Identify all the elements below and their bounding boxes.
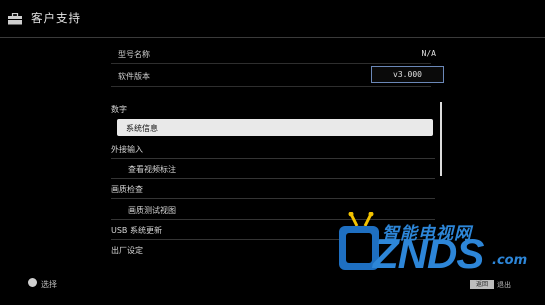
exit-hint-label: 退出: [497, 281, 511, 289]
back-key-icon: 返回: [470, 280, 494, 289]
divider: [111, 63, 431, 64]
page-header: 客户支持: [0, 0, 545, 38]
divider: [111, 86, 431, 87]
model-name-value: N/A: [421, 49, 436, 58]
menu-scrollbar[interactable]: [440, 102, 442, 176]
software-version-row: 软件版本 v3.000: [111, 66, 444, 85]
menu-item-label: 查看视频标注: [128, 165, 176, 174]
watermark-domain-text: .com: [492, 253, 528, 268]
menu-item-label: 画质检查: [111, 185, 143, 194]
menu-item-digital[interactable]: 数字: [111, 99, 435, 119]
divider: [111, 198, 435, 199]
menu-item-label: 系统信息: [126, 124, 158, 133]
menu-item-label: USB 系统更新: [111, 226, 162, 235]
selection-highlight: [117, 119, 433, 136]
watermark-logo: 智能电视网 ZNDS .com: [337, 204, 545, 280]
menu-item-label: 外接输入: [111, 145, 143, 154]
menu-item-picture-check[interactable]: 画质检查: [111, 179, 435, 199]
ok-button-icon: [28, 278, 37, 287]
watermark-brand-text: ZNDS: [373, 230, 484, 277]
menu-item-label: 出厂设定: [111, 246, 143, 255]
software-version-label: 软件版本: [118, 72, 150, 81]
briefcase-icon: [8, 13, 22, 25]
header-divider: [0, 37, 545, 38]
menu-item-label: 数字: [111, 105, 127, 114]
model-name-label: 型号名称: [118, 50, 150, 59]
menu-item-external-input[interactable]: 外接输入: [111, 139, 435, 159]
model-name-row: 型号名称 N/A: [111, 44, 444, 63]
page-title: 客户支持: [31, 11, 81, 25]
menu-item-view-video-labels[interactable]: 查看视频标注: [111, 159, 435, 179]
menu-item-label: 画质测试视图: [128, 206, 176, 215]
software-version-value: v3.000: [371, 66, 444, 83]
menu-item-system-info[interactable]: 系统信息: [111, 119, 435, 139]
select-hint-label: 选择: [41, 280, 57, 289]
